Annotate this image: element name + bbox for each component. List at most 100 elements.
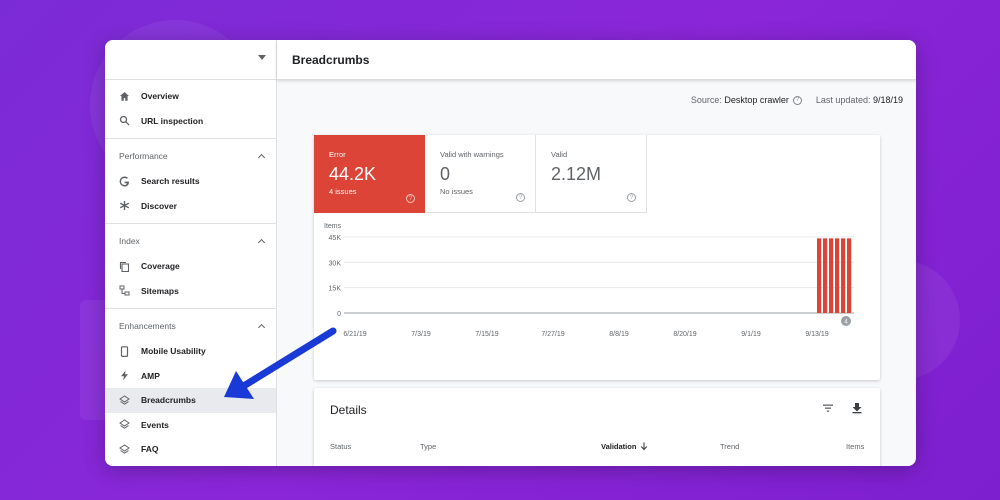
annotation-label: 4 xyxy=(844,319,848,326)
tile-valid-with-warnings[interactable]: Valid with warnings 0 No issues ? xyxy=(425,135,536,213)
tile-valid[interactable]: Valid 2.12M ? xyxy=(536,135,647,213)
sidebar-item-sitemaps[interactable]: Sitemaps xyxy=(105,279,276,304)
sidebar-item-label: AMP xyxy=(141,370,160,381)
sidebar-item-overview[interactable]: Overview xyxy=(105,84,276,109)
bolt-icon xyxy=(119,370,130,381)
page-title: Breadcrumbs xyxy=(292,52,370,67)
sidebar-item-mobile-usability[interactable]: Mobile Usability xyxy=(105,339,276,364)
layers-icon xyxy=(119,419,130,430)
x-tick-label: 7/15/19 xyxy=(475,331,498,338)
y-tick-label: 0 xyxy=(337,311,341,318)
sidebar-item-amp[interactable]: AMP xyxy=(105,364,276,389)
nav-group-header[interactable]: Enhancements xyxy=(105,313,276,339)
nav-group-index: Index Coverage Sitemaps xyxy=(105,224,276,309)
details-title: Details xyxy=(330,403,367,417)
help-icon[interactable]: ? xyxy=(627,193,636,202)
nav-group-title: Index xyxy=(119,236,140,246)
column-validation[interactable]: Validation xyxy=(601,442,636,451)
status-card: Error 44.2K 4 issues ? Valid with warnin… xyxy=(314,135,880,380)
asterisk-icon xyxy=(119,200,130,211)
x-tick-label: 6/21/19 xyxy=(343,331,366,338)
y-tick-label: 30K xyxy=(329,260,342,267)
layers-icon xyxy=(119,395,130,406)
sidebar-item-discover[interactable]: Discover xyxy=(105,194,276,219)
sidebar-item-coverage[interactable]: Coverage xyxy=(105,254,276,279)
sidebar-item-events[interactable]: Events xyxy=(105,413,276,438)
help-icon[interactable]: ? xyxy=(516,193,525,202)
sidebar-item-label: Search results xyxy=(141,176,200,187)
chart-bar[interactable] xyxy=(829,238,834,313)
nav-group-performance: Performance Search results Discover xyxy=(105,139,276,224)
column-items[interactable]: Items xyxy=(846,442,864,451)
sort-arrow-icon xyxy=(640,442,648,451)
chart-bar[interactable] xyxy=(841,238,846,313)
chevron-down-icon xyxy=(258,55,266,60)
sidebar: Overview URL inspection Performance Search … xyxy=(105,40,277,466)
chevron-up-icon xyxy=(257,153,266,162)
sidebar-item-label: Sitemaps xyxy=(141,285,179,296)
status-tiles: Error 44.2K 4 issues ? Valid with warnin… xyxy=(314,135,880,213)
nav-group-enhancements: Enhancements Mobile Usability AMP Breadcrum… xyxy=(105,309,276,466)
tile-label: Valid with warnings xyxy=(440,150,504,159)
top-bar: Breadcrumbs xyxy=(277,40,916,80)
x-tick-label: 9/13/19 xyxy=(805,331,828,338)
issues-chart-svg: Items 45K 30K 15K 0 6/21/19 7/3/19 7/15/19 7/27/… xyxy=(324,223,854,338)
tile-error[interactable]: Error 44.2K 4 issues ? xyxy=(314,135,425,213)
chart-bar[interactable] xyxy=(835,238,840,313)
x-tick-label: 8/8/19 xyxy=(609,331,629,338)
chevron-up-icon xyxy=(257,323,266,332)
phone-icon xyxy=(119,345,130,357)
chart-bar[interactable] xyxy=(847,238,852,313)
tile-label: Error xyxy=(329,150,346,159)
tile-value: 44.2K xyxy=(329,164,377,184)
nav-group-header[interactable]: Index xyxy=(105,228,276,254)
sidebar-item-label: Events xyxy=(141,419,169,430)
column-trend[interactable]: Trend xyxy=(720,442,739,451)
sitemap-icon xyxy=(119,285,130,296)
help-icon[interactable]: ? xyxy=(792,95,802,105)
updated-value: 9/18/19 xyxy=(872,95,903,105)
x-tick-label: 9/1/19 xyxy=(741,331,761,338)
nav-group-main: Overview URL inspection xyxy=(105,80,276,139)
sidebar-item-url-inspection[interactable]: URL inspection xyxy=(105,109,276,134)
nav-group-title: Enhancements xyxy=(119,321,176,331)
tile-value: 2.12M xyxy=(551,164,602,184)
y-tick-label: 45K xyxy=(329,235,342,242)
sidebar-item-label: FAQ xyxy=(141,444,159,455)
x-tick-label: 8/20/19 xyxy=(673,331,696,338)
column-type[interactable]: Type xyxy=(420,442,436,451)
sidebar-item-label: Mobile Usability xyxy=(141,346,206,357)
property-selector[interactable] xyxy=(105,40,276,80)
updated-label: Last updated: xyxy=(815,95,871,105)
download-icon[interactable] xyxy=(851,402,863,414)
source-value: Desktop crawler xyxy=(724,95,789,105)
chart-bar[interactable] xyxy=(823,238,828,313)
home-icon xyxy=(119,91,130,102)
sidebar-item-label: Coverage xyxy=(141,261,180,272)
details-card: Details Status Type Validation Trend Ite… xyxy=(314,388,880,466)
main-content: Breadcrumbs Source: Desktop crawler ? La… xyxy=(277,40,916,466)
sidebar-item-breadcrumbs[interactable]: Breadcrumbs xyxy=(105,388,276,413)
layers-icon xyxy=(119,444,130,455)
column-status[interactable]: Status xyxy=(330,442,351,451)
sidebar-item-search-results[interactable]: Search results xyxy=(105,169,276,194)
y-axis-label: Items xyxy=(324,223,342,230)
report-meta: Source: Desktop crawler ? Last updated: … xyxy=(277,80,916,120)
sidebar-item-faq[interactable]: FAQ xyxy=(105,437,276,462)
nav-group-title: Performance xyxy=(119,151,168,161)
chevron-up-icon xyxy=(257,238,266,247)
nav-group-header[interactable]: Performance xyxy=(105,143,276,169)
sidebar-item-label: URL inspection xyxy=(141,115,204,126)
search-console-window: Overview URL inspection Performance Search … xyxy=(105,40,916,466)
tile-value: 0 xyxy=(440,164,451,184)
x-tick-label: 7/3/19 xyxy=(411,331,431,338)
filter-icon[interactable] xyxy=(822,402,834,414)
issues-chart: Items 45K 30K 15K 0 6/21/19 7/3/19 7/15/19 7/27/… xyxy=(314,213,880,380)
help-icon[interactable]: ? xyxy=(406,194,415,203)
sidebar-item-label: Overview xyxy=(141,91,179,102)
tile-label: Valid xyxy=(551,150,568,159)
search-icon xyxy=(119,115,130,126)
chart-bar[interactable] xyxy=(817,238,822,313)
source-label: Source: xyxy=(690,95,722,105)
copy-icon xyxy=(119,261,130,272)
